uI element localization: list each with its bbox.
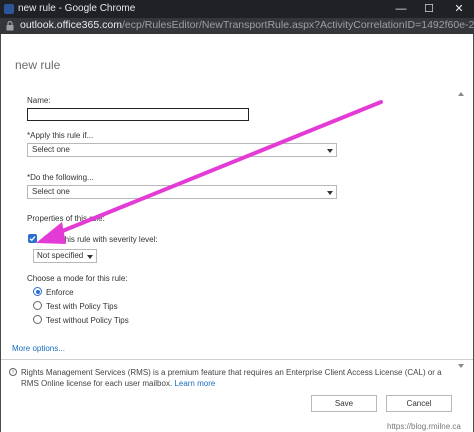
radio-enforce[interactable] — [33, 287, 42, 296]
rms-notice: Rights Management Services (RMS) is a pr… — [21, 367, 457, 389]
page-content: new rule Name: *Apply this rule if... Se… — [0, 34, 474, 432]
learn-more-link[interactable]: Learn more — [174, 379, 215, 388]
radio-test-with-policy-tips-label: Test with Policy Tips — [46, 302, 118, 311]
do-following-select[interactable]: Select one — [27, 185, 337, 199]
apply-rule-label: *Apply this rule if... — [27, 131, 94, 140]
info-icon: i — [9, 368, 17, 376]
scroll-up-icon[interactable] — [458, 92, 464, 96]
url-host: outlook.office365.com — [20, 19, 122, 31]
window-title: new rule - Google Chrome — [18, 3, 136, 14]
radio-enforce-label: Enforce — [46, 288, 74, 297]
audit-checkbox[interactable] — [28, 234, 37, 243]
chevron-down-icon — [327, 149, 333, 153]
address-bar[interactable]: outlook.office365.com/ecp/RulesEditor/Ne… — [0, 18, 474, 34]
page-title: new rule — [15, 58, 61, 72]
chevron-down-icon — [327, 191, 333, 195]
radio-test-without-policy-tips[interactable] — [33, 315, 42, 324]
radio-test-with-policy-tips[interactable] — [33, 301, 42, 310]
mode-label: Choose a mode for this rule: — [27, 274, 128, 283]
severity-value: Not specified — [37, 251, 84, 260]
lock-icon — [6, 21, 14, 31]
chevron-down-icon — [87, 255, 93, 259]
radio-test-without-policy-tips-label: Test without Policy Tips — [46, 316, 129, 325]
save-button[interactable]: Save — [311, 395, 377, 412]
url-text: outlook.office365.com/ecp/RulesEditor/Ne… — [20, 19, 474, 31]
url-path: /ecp/RulesEditor/NewTransportRule.aspx?A… — [121, 19, 474, 31]
rule-form: Name: *Apply this rule if... Select one … — [11, 88, 459, 372]
apply-rule-select[interactable]: Select one — [27, 143, 337, 157]
apply-rule-value: Select one — [32, 145, 70, 154]
check-icon — [29, 236, 36, 242]
form-scrollbar[interactable] — [457, 92, 465, 368]
properties-label: Properties of this rule: — [27, 214, 105, 223]
more-options-link[interactable]: More options... — [12, 344, 65, 353]
rms-notice-text: Rights Management Services (RMS) is a pr… — [21, 368, 442, 388]
window-titlebar: new rule - Google Chrome — ☐ ✕ — [0, 0, 474, 18]
do-following-label: *Do the following... — [27, 173, 94, 182]
close-window-button[interactable]: ✕ — [446, 0, 472, 18]
do-following-value: Select one — [32, 187, 70, 196]
audit-label: Audit this rule with severity level: — [42, 235, 158, 244]
name-input[interactable] — [27, 108, 249, 121]
minimize-button[interactable]: — — [388, 0, 414, 18]
name-label: Name: — [27, 96, 51, 105]
scroll-down-icon[interactable] — [458, 364, 464, 368]
cancel-button[interactable]: Cancel — [386, 395, 452, 412]
outlook-favicon-icon — [4, 4, 14, 14]
maximize-button[interactable]: ☐ — [416, 0, 442, 18]
footer-divider — [1, 359, 473, 360]
watermark-text: https://blog.rmilne.ca — [387, 422, 461, 431]
severity-select[interactable]: Not specified — [33, 249, 97, 263]
